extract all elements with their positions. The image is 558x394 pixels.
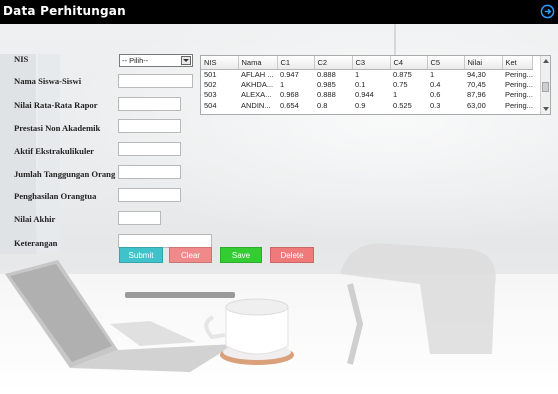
table-cell: Pering... (505, 79, 533, 89)
delete-button[interactable]: Delete (270, 247, 314, 263)
table-cell: 0.75 (393, 79, 408, 89)
column-header[interactable]: C1 (277, 56, 315, 70)
prestasi-field[interactable] (118, 119, 181, 133)
nilai-rapor-field[interactable] (118, 97, 181, 111)
table-cell: 502 (204, 79, 217, 89)
table-cell: 504 (204, 100, 217, 110)
label-keterangan: Keterangan (14, 238, 58, 248)
label-penghasilan: Penghasilan Orangtua (14, 191, 97, 201)
table-cell: 0.947 (280, 69, 299, 79)
table-cell: ANDIN... (241, 100, 271, 110)
table-cell: 0.8 (317, 100, 328, 110)
table-cell: 0.9 (355, 100, 366, 110)
table-row[interactable]: 502 AKHDA... 1 0.985 0.1 0.75 0.4 70,45 … (201, 80, 533, 91)
label-nilai-rapor: Nilai Rata-Rata Rapor (14, 100, 98, 110)
column-header[interactable]: C3 (352, 56, 391, 70)
column-header[interactable]: NIS (201, 56, 239, 70)
table-cell: 0.1 (355, 79, 366, 89)
penghasilan-field[interactable] (118, 188, 181, 202)
table-cell: 0.968 (280, 90, 299, 100)
table-cell: 0.888 (317, 90, 336, 100)
table-cell: 1 (280, 79, 285, 89)
save-button[interactable]: Save (220, 247, 262, 263)
label-nilai-akhir: Nilai Akhir (14, 214, 56, 224)
column-header[interactable]: C5 (427, 56, 465, 70)
table-cell: 0.944 (355, 90, 374, 100)
table-cell: 0.875 (393, 69, 412, 79)
title-bar: Data Perhitungan (0, 0, 558, 24)
column-header[interactable]: C4 (390, 56, 428, 70)
table-cell: Pering... (505, 100, 533, 110)
table-row[interactable]: 501 AFLAH ... 0.947 0.888 1 0.875 1 94,3… (201, 69, 533, 80)
table-cell: 94,30 (467, 69, 486, 79)
label-tanggungan: Jumlah Tanggungan Orang (14, 169, 116, 179)
table-cell: 1 (355, 69, 360, 79)
column-header[interactable]: Nilai (464, 56, 503, 70)
table-cell: 0.888 (317, 69, 336, 79)
table-row[interactable]: 503 ALEXA... 0.968 0.888 0.944 1 0.6 87,… (201, 90, 533, 101)
nis-select-value: -- Pilih-- (122, 56, 149, 65)
scrollbar-thumb[interactable] (542, 82, 549, 92)
exit-icon[interactable] (540, 4, 555, 19)
label-prestasi: Prestasi Non Akademik (14, 123, 101, 133)
table-cell: 63,00 (467, 100, 486, 110)
label-ekskul: Aktif Ekstrakulikuler (14, 146, 94, 156)
table-cell: AKHDA... (241, 79, 274, 89)
chevron-down-icon[interactable] (181, 56, 191, 65)
table-cell: 0.654 (280, 100, 299, 110)
column-header[interactable]: Ket (502, 56, 534, 70)
table-cell: 501 (204, 69, 217, 79)
keterangan-field[interactable] (118, 234, 212, 248)
tanggungan-field[interactable] (118, 165, 181, 179)
clear-button[interactable]: Clear (169, 247, 212, 263)
table-row[interactable]: 504 ANDIN... 0.654 0.8 0.9 0.525 0.3 63,… (201, 101, 533, 112)
table-cell: 1 (393, 90, 398, 100)
nama-field[interactable] (118, 74, 193, 88)
data-table[interactable]: NIS Nama C1 C2 C3 C4 C5 Nilai Ket 501 AF… (200, 55, 551, 115)
nis-select[interactable]: -- Pilih-- (119, 54, 193, 67)
table-cell: 70,45 (467, 79, 486, 89)
table-cell: 503 (204, 90, 217, 100)
table-cell: Pering... (505, 90, 533, 100)
table-cell: 0.525 (393, 100, 412, 110)
ekskul-field[interactable] (118, 142, 181, 156)
table-cell: ALEXA... (241, 90, 272, 100)
table-cell: 0.3 (430, 100, 441, 110)
table-cell: Pering... (505, 69, 533, 79)
table-scrollbar[interactable] (540, 56, 550, 114)
scroll-up-icon[interactable] (542, 57, 550, 65)
column-header[interactable]: Nama (238, 56, 278, 70)
table-cell: 87,96 (467, 90, 486, 100)
table-cell: AFLAH ... (241, 69, 274, 79)
label-nis: NIS (14, 54, 29, 64)
table-cell: 0.985 (317, 79, 336, 89)
table-cell: 0.4 (430, 79, 441, 89)
nilai-akhir-field[interactable] (118, 211, 161, 225)
label-nama: Nama Siswa-Siswi (14, 76, 82, 86)
column-header[interactable]: C2 (314, 56, 353, 70)
submit-button[interactable]: Submit (119, 247, 163, 263)
table-cell: 0.6 (430, 90, 441, 100)
window-title: Data Perhitungan (3, 4, 126, 18)
table-header-row: NIS Nama C1 C2 C3 C4 C5 Nilai Ket (201, 56, 534, 70)
scroll-down-icon[interactable] (542, 105, 550, 113)
table-cell: 1 (430, 69, 435, 79)
